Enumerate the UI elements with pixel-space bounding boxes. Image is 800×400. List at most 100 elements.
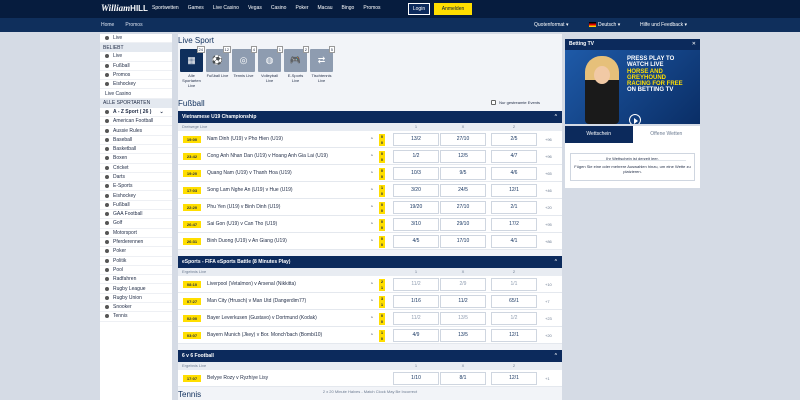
sidebar-item-tennis[interactable]: Tennis [100,312,172,322]
more-markets-link[interactable]: +20 [545,204,552,211]
sidebar-item-pool[interactable]: Pool [100,266,172,276]
odds-button-draw[interactable]: 2/9 [440,278,486,291]
sport-tile[interactable]: ◍ 1 Volleyball Live [258,46,283,87]
event-name[interactable]: Liverpool (Vetalmon) v Arsenal (Nikkitta… [207,281,296,288]
sidebar-item-golf[interactable]: Golf [100,219,172,229]
sidebar-item-darts[interactable]: Darts [100,173,172,183]
competition-header[interactable]: Vietnamese U19 Championship ⌃ [178,111,562,123]
sidebar-item-eishockey[interactable]: Eishockey [100,80,172,90]
streams-only-toggle[interactable]: Nur gestreamte Events [491,100,540,106]
event-name[interactable]: Binh Duong (U19) v An Giang (U19) [207,238,287,245]
odds-button-away[interactable]: 4/1 [491,235,537,248]
event-row[interactable]: 02:00 Bayer Leverkusen (Gustavo) v Dortmu… [178,310,562,327]
odds-button-home[interactable]: 1/2 [393,150,439,163]
sidebar-item-cricket[interactable]: Cricket [100,164,172,173]
odds-button-away[interactable]: 1/2 [491,312,537,325]
sidebar-item-snooker[interactable]: Snooker [100,303,172,313]
event-row[interactable]: 08:10 Liverpool (Vetalmon) v Arsenal (Nik… [178,276,562,293]
sidebar-item-eishockey[interactable]: Eishockey [100,191,172,201]
odds-button-home[interactable]: 1/10 [393,372,439,385]
tab-offene-wetten[interactable]: Offene Wetten [632,126,700,143]
odds-button-draw[interactable]: 29/10 [440,218,486,231]
event-row[interactable]: 26:47 Sai Gon (U19) v Can Tho (U19) ◔ 0 0 3/1… [178,216,562,233]
odds-button-home[interactable]: 3/20 [393,184,439,197]
sidebar-item-rugby-union[interactable]: Rugby Union [100,294,172,304]
event-row[interactable]: 17:03 Song Lam Nghe An (U19) v Hue (U19) ◔… [178,182,562,199]
odds-button-away[interactable]: 12/1 [491,329,537,342]
sport-tile[interactable]: ◎ 4 Tennis Live [232,46,257,87]
event-name[interactable]: Bayern Munich (Jkey) v Bor. Monch'bach (… [207,332,322,339]
odds-button-home[interactable]: 4/5 [393,235,439,248]
stats-icon[interactable]: ◔ [370,187,373,194]
odds-button-away[interactable]: 2/5 [491,133,537,146]
odds-button-draw[interactable]: 12/5 [440,150,486,163]
sidebar-item-gaa-football[interactable]: GAA Football [100,210,172,220]
sport-tile[interactable]: ⇄ 5 Tischtennis Live [310,46,335,87]
sidebar-item-radfahren[interactable]: Radfahren [100,275,172,285]
event-row[interactable]: 17:07 Belyye Rozy v Ryzhiye Lisy 1/10 8/1 12… [178,370,562,387]
odds-button-away[interactable]: 2/1 [491,201,537,214]
odds-button-home[interactable]: 3/10 [393,218,439,231]
more-markets-link[interactable]: +46 [545,187,552,194]
more-markets-link[interactable]: +23 [545,315,552,322]
more-markets-link[interactable]: +65 [545,170,552,177]
sidebar-item-rugby-league[interactable]: Rugby League [100,284,172,294]
event-name[interactable]: Sai Gon (U19) v Can Tho (U19) [207,221,277,228]
stats-icon[interactable]: ◔ [370,221,373,228]
more-markets-link[interactable]: +20 [545,332,552,339]
event-name[interactable]: Man City (Hrusch) v Man Utd (Dangerdim77… [207,298,306,305]
odds-button-draw[interactable]: 9/5 [440,167,486,180]
more-markets-link[interactable]: +1 [545,375,550,382]
sidebar-item-poker[interactable]: Poker [100,247,172,257]
sidebar-item-live-casino[interactable]: Live Casino [100,89,172,99]
sidebar-item-live[interactable]: Live [100,34,172,44]
event-row[interactable]: 23:42 Cong Anh Nhan Dan (U19) v Hoang Anh… [178,148,562,165]
betting-tv-video[interactable]: PRESS PLAY TO WATCH LIVE HORSE AND GREYH… [565,50,700,124]
odds-format-select[interactable]: Quotenformat ▾ [534,22,568,28]
sidebar-item-politik[interactable]: Politik [100,257,172,266]
odds-button-away[interactable]: 12/1 [491,184,537,197]
stats-icon[interactable]: ◔ [370,332,373,339]
event-name[interactable]: Song Lam Nghe An (U19) v Hue (U19) [207,187,293,194]
event-row[interactable]: 19:20 Quang Nam (U19) v Thanh Hoa (U19) ◔ 0… [178,165,562,182]
competition-header[interactable]: eSports - FIFA eSports Battle (8 Minutes… [178,256,562,268]
nav-bingo[interactable]: Bingo [342,5,355,11]
event-row[interactable]: 26:31 Binh Duong (U19) v An Giang (U19) ◔ 0… [178,233,562,250]
nav-promos[interactable]: Promos [363,5,380,11]
nav-live-casino[interactable]: Live Casino [213,5,239,11]
sidebar-item-basketball[interactable]: Basketball [100,145,172,155]
stats-icon[interactable]: ◔ [370,136,373,143]
odds-button-draw[interactable]: 27/10 [440,201,486,214]
sidebar-item-e-sports[interactable]: E-Sports [100,182,172,192]
event-name[interactable]: Belyye Rozy v Ryzhiye Lisy [207,375,268,382]
nav-games[interactable]: Games [188,5,204,11]
close-icon[interactable]: ✕ [692,39,696,50]
nav-sportwetten[interactable]: Sportwetten [152,5,179,11]
event-row[interactable]: 22:20 Phu Yen (U19) v Binh Dinh (U19) ◔ 0 0 1… [178,199,562,216]
sidebar-item-american-football[interactable]: American Football [100,117,172,127]
subnav-home[interactable]: Home [101,22,114,28]
nav-macau[interactable]: Macau [318,5,333,11]
language-select[interactable]: Deutsch ▾ [589,22,620,28]
stats-icon[interactable]: ◔ [370,298,373,305]
stats-icon[interactable]: ◔ [370,238,373,245]
sport-tile[interactable]: ⚽ 12 Fußball Live [206,46,231,87]
odds-button-home[interactable]: 13/2 [393,133,439,146]
odds-button-away[interactable]: 65/1 [491,295,537,308]
sidebar-item-baseball[interactable]: Baseball [100,136,172,145]
odds-button-draw[interactable]: 13/5 [440,329,486,342]
sidebar-item-motorsport[interactable]: Motorsport [100,229,172,238]
subnav-promos[interactable]: Promos [125,22,142,28]
odds-button-away[interactable]: 4/6 [491,167,537,180]
odds-button-home[interactable]: 11/2 [393,278,439,291]
event-name[interactable]: Cong Anh Nhan Dan (U19) v Hoang Anh Gia … [207,153,328,160]
tab-wettschein[interactable]: Wettschein [565,126,633,143]
stats-icon[interactable]: ◔ [370,170,373,177]
sidebar-az-toggle[interactable]: A - Z Sport ( 26 ) ⌄ [100,108,172,118]
stats-icon[interactable]: ◔ [370,204,373,211]
odds-button-away[interactable]: 12/1 [491,372,537,385]
event-name[interactable]: Quang Nam (U19) v Thanh Hoa (U19) [207,170,292,177]
more-markets-link[interactable]: +96 [545,136,552,143]
odds-button-draw[interactable]: 8/1 [440,372,486,385]
odds-button-home[interactable]: 1/16 [393,295,439,308]
